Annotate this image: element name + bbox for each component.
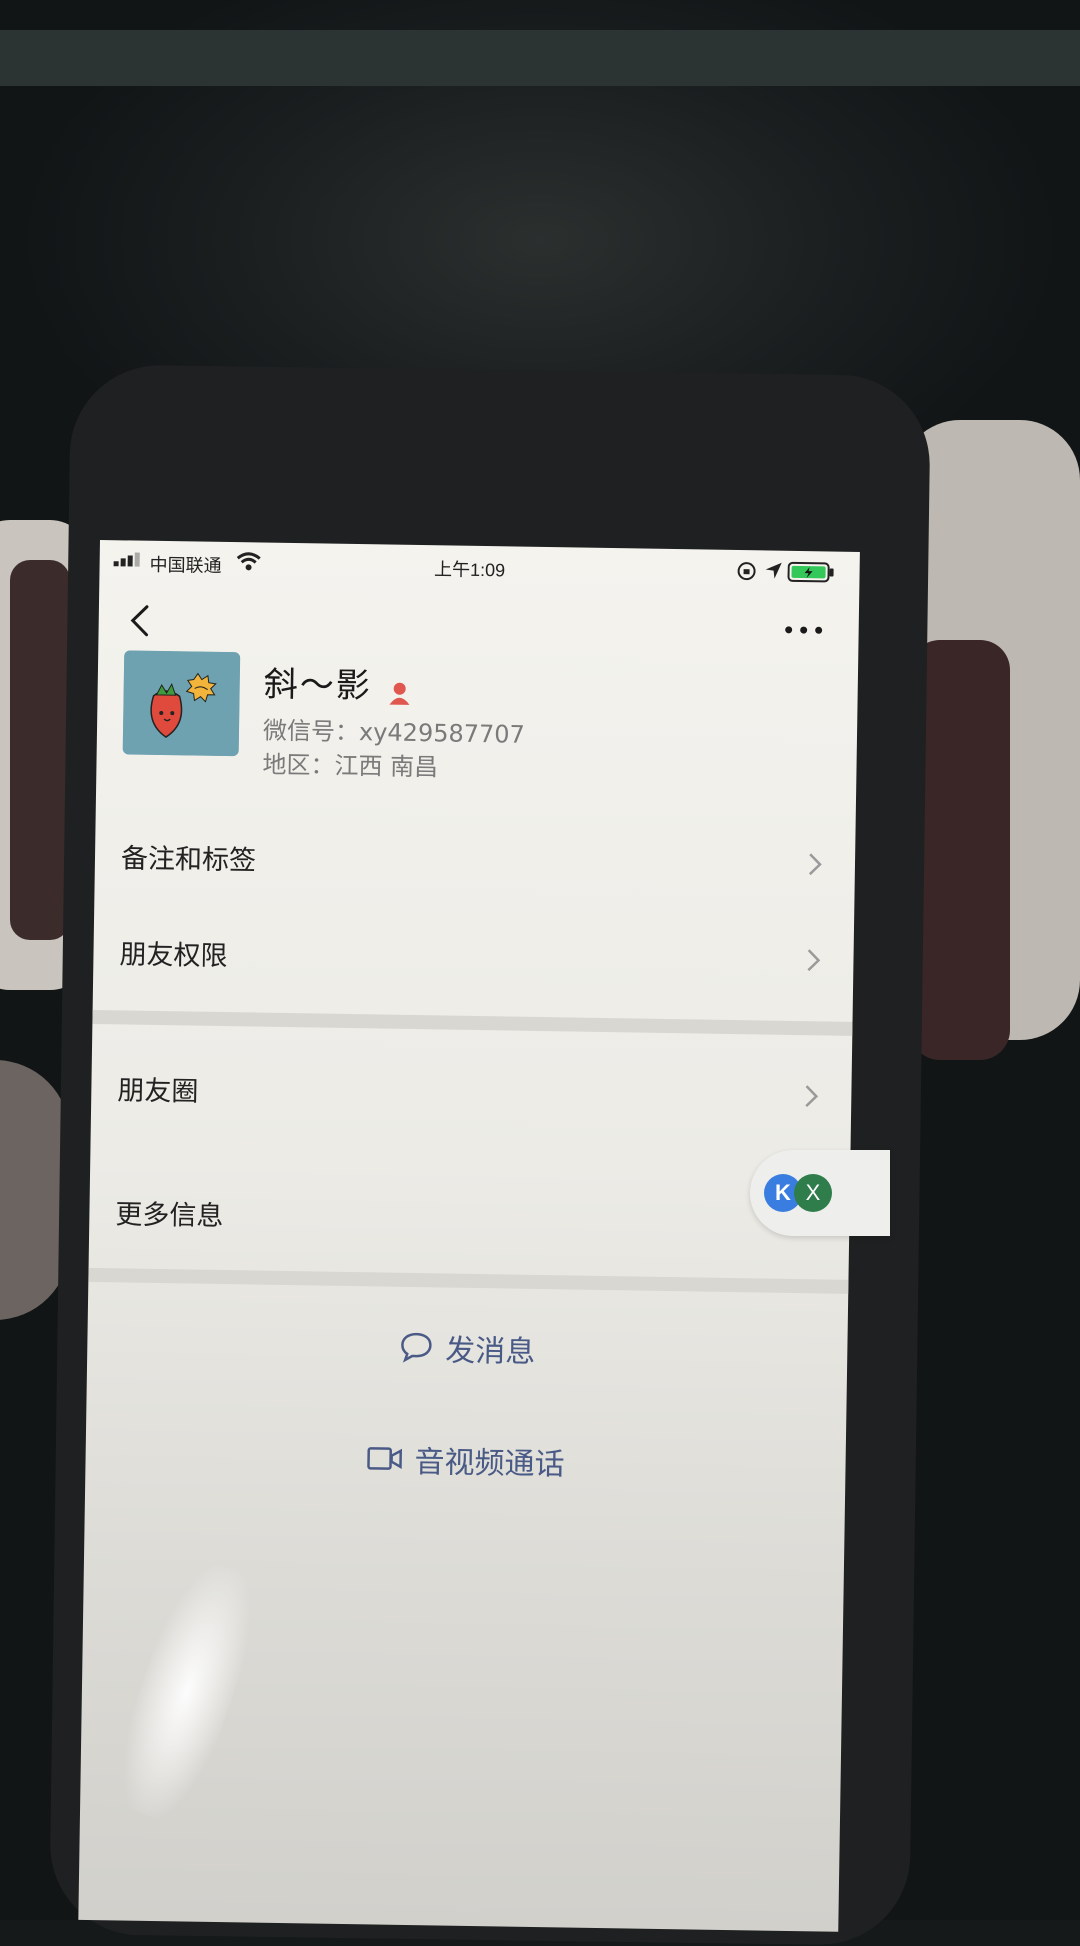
- chevron-right-icon: [805, 1085, 819, 1108]
- phone-screen: 中国联通 上午1:09 斜～影 微信号：xy429587707 地区：江西 南昌…: [78, 540, 860, 1932]
- name-row: 斜～影: [263, 657, 413, 707]
- video-camera-icon: [367, 1447, 403, 1470]
- menu-item-remarks-tags[interactable]: 备注和标签: [94, 812, 855, 904]
- menu-item-friend-permissions[interactable]: 朋友权限: [93, 908, 854, 1000]
- wechat-id: 微信号：xy429587707: [262, 716, 526, 749]
- chevron-right-icon: [807, 949, 821, 972]
- screen-glare: [102, 1553, 272, 1830]
- floating-app-bubble[interactable]: K X: [750, 1150, 890, 1236]
- profile-header: 斜～影 微信号：xy429587707 地区：江西 南昌: [96, 650, 858, 792]
- wifi-icon: [236, 552, 261, 571]
- menu-item-moments[interactable]: 朋友圈: [91, 1044, 852, 1136]
- video-call-button[interactable]: 音视频通话: [85, 1402, 846, 1514]
- signal-icon: [113, 550, 146, 571]
- chat-bubble-icon: [401, 1332, 432, 1363]
- send-message-label: 发消息: [445, 1333, 536, 1370]
- background-shelf: [0, 30, 1080, 86]
- gender-female-icon: [389, 682, 410, 705]
- menu-item-more-info[interactable]: 更多信息: [89, 1168, 850, 1260]
- status-time: 上午1:09: [433, 559, 506, 581]
- rotation-lock-icon: [737, 562, 756, 581]
- section-divider: [92, 1009, 853, 1036]
- video-call-label: 音视频通话: [414, 1445, 565, 1483]
- location-icon: [765, 562, 782, 579]
- battery-icon: [787, 561, 834, 583]
- section-divider: [88, 1267, 849, 1294]
- menu-item-label: 朋友圈: [117, 1075, 199, 1108]
- floating-close-button[interactable]: X: [794, 1174, 832, 1212]
- carrier-name: 中国联通: [149, 554, 222, 576]
- region: 地区：江西 南昌: [262, 750, 439, 782]
- back-icon[interactable]: [120, 600, 161, 641]
- menu-item-label: 更多信息: [115, 1199, 224, 1233]
- status-right-icons: [735, 556, 845, 588]
- menu-item-label: 备注和标签: [120, 843, 257, 877]
- chevron-right-icon: [808, 853, 822, 876]
- more-options-icon[interactable]: [778, 615, 828, 646]
- strawberry-avatar-icon: [122, 650, 241, 757]
- send-message-button[interactable]: 发消息: [87, 1290, 848, 1402]
- background-object-left-inner: [10, 560, 70, 940]
- menu-item-label: 朋友权限: [119, 939, 228, 973]
- avatar[interactable]: [122, 650, 241, 757]
- nickname: 斜～影: [263, 664, 373, 707]
